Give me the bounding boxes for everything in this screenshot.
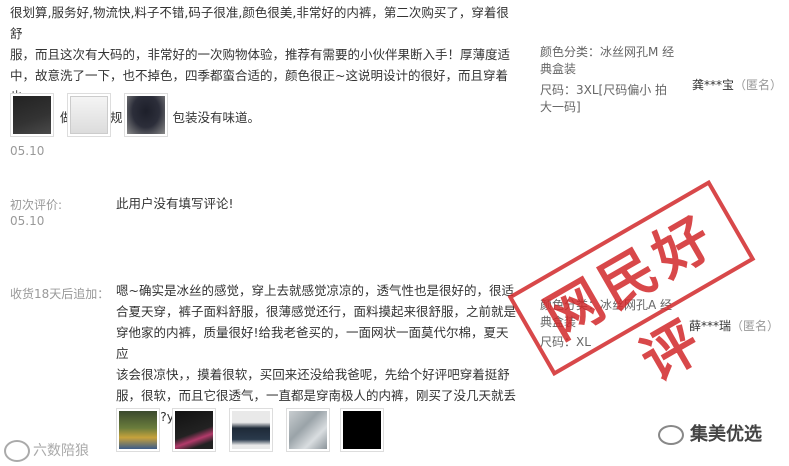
- review-2-first-date: 05.10: [10, 214, 45, 228]
- review-1-anon-tag: （匿名）: [734, 78, 783, 92]
- watermark-left-text: 六数陪狼: [33, 443, 89, 459]
- review-1-photo-2[interactable]: [67, 93, 111, 137]
- review-1-date: 05.10: [10, 144, 45, 158]
- review-1-spec-size: 尺码：3XL[尺码偏小 拍 大一码]: [540, 83, 668, 114]
- watermark-logo-icon: [4, 440, 30, 462]
- watermark-left: 六数陪狼: [4, 440, 89, 462]
- review-1-photo-3[interactable]: [124, 93, 168, 137]
- review-2-anon-tag: （匿名）: [731, 319, 780, 333]
- review-1-user: 龚***宝（匿名）: [692, 76, 782, 93]
- watermark-right: 集美优选: [658, 420, 762, 446]
- watermark-right-text: 集美优选: [690, 424, 762, 445]
- review-2-photo-5[interactable]: [340, 408, 384, 452]
- review-2-photo-4[interactable]: [286, 408, 330, 452]
- review-2-user: 薛***瑞（匿名）: [689, 317, 779, 334]
- review-2-append-text: 嗯~确实是冰丝的感觉，穿上去就感觉凉凉的，透气性也是很好的，很适 合夏天穿，裤子…: [116, 283, 517, 424]
- review-2-photo-3[interactable]: [229, 408, 273, 452]
- review-2-photo-1[interactable]: [116, 408, 160, 452]
- review-2-photo-2[interactable]: [172, 408, 216, 452]
- review-2-first-label: 初次评价:: [10, 198, 63, 212]
- review-1-photo-1[interactable]: [10, 93, 54, 137]
- review-1-spec-color: 颜色分类：冰丝网孔M 经 典盒装: [540, 45, 675, 76]
- review-2-append-label: 收货18天后追加：: [10, 287, 110, 301]
- review-2-first-text: 此用户没有填写评论!: [116, 196, 234, 211]
- wechat-icon: [658, 425, 684, 445]
- review-1-username: 龚***宝: [692, 78, 735, 92]
